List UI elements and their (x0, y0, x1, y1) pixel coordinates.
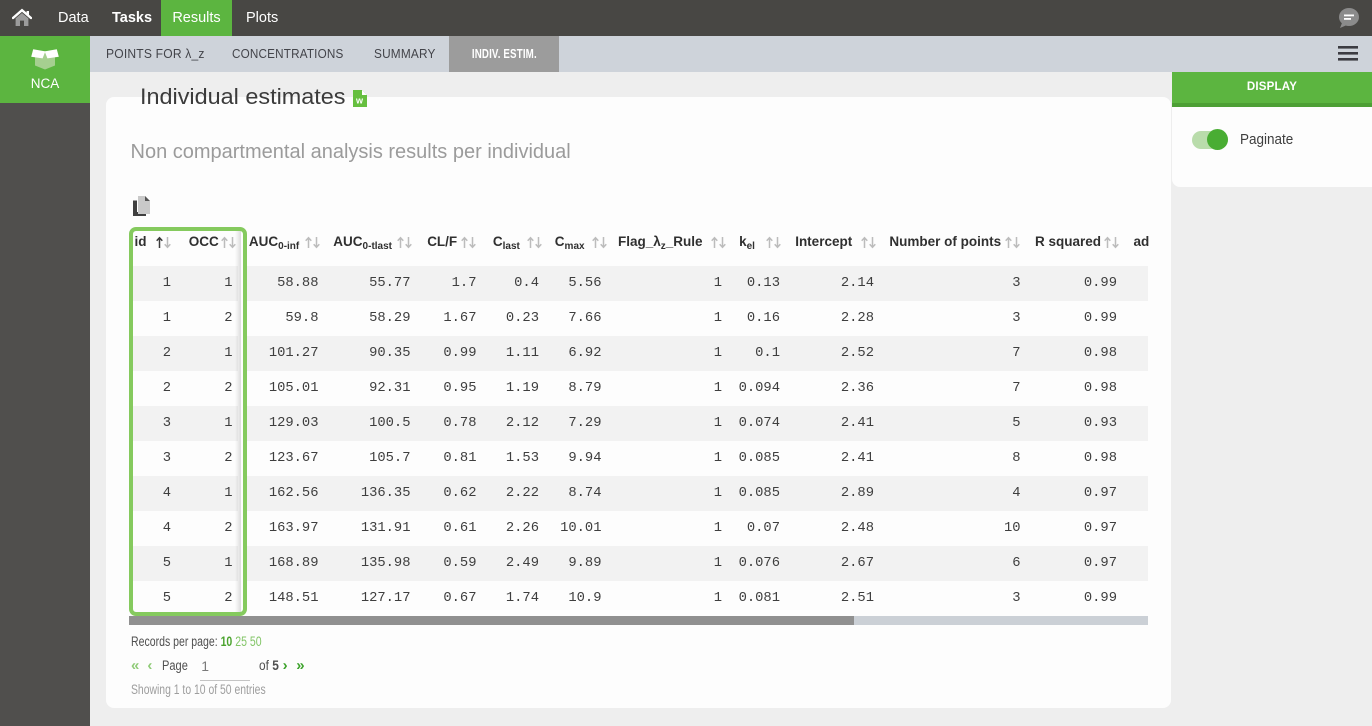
svg-text:w: w (355, 95, 364, 105)
